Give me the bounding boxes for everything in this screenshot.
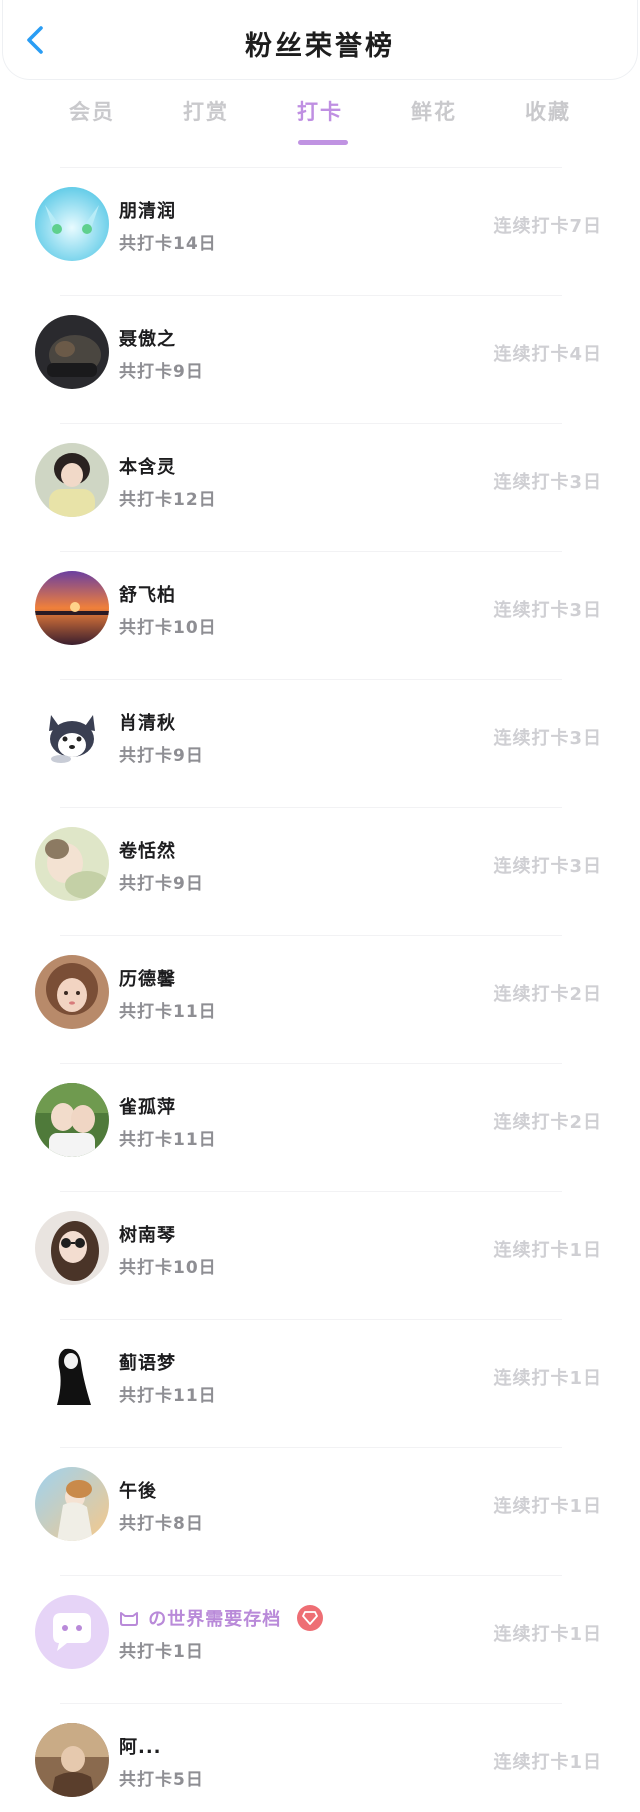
fan-streak: 连续打卡3日 xyxy=(493,856,602,877)
list-item[interactable]: 树南琴 共打卡10日 连续打卡1日 xyxy=(0,1191,640,1319)
divider xyxy=(60,1575,562,1576)
fan-name: 历德馨 xyxy=(119,969,176,990)
divider xyxy=(60,167,562,168)
vip-diamond-icon xyxy=(296,1605,323,1631)
fan-total-checkins: 共打卡10日 xyxy=(119,1258,217,1278)
fan-total-checkins: 共打卡14日 xyxy=(119,234,217,254)
tab-favorites[interactable]: 收藏 xyxy=(508,96,588,126)
fan-streak: 连续打卡2日 xyxy=(493,984,602,1005)
fan-name: 树南琴 xyxy=(119,1225,176,1246)
tab-membership[interactable]: 会员 xyxy=(52,96,132,126)
fan-total-checkins: 共打卡5日 xyxy=(119,1770,204,1790)
cat-face-icon xyxy=(120,1612,138,1626)
fan-total-checkins: 共打卡11日 xyxy=(119,1130,217,1150)
list-item[interactable]: 聂傲之 共打卡9日 连续打卡4日 xyxy=(0,295,640,423)
fan-name: 蓟语梦 xyxy=(119,1353,176,1374)
fan-total-checkins: 共打卡8日 xyxy=(119,1514,204,1534)
fan-name: の世界需要存档 xyxy=(119,1605,323,1633)
avatar[interactable] xyxy=(35,1595,109,1669)
divider xyxy=(60,1063,562,1064)
fan-name: 朋清润 xyxy=(119,201,176,222)
tab-flowers[interactable]: 鲜花 xyxy=(394,96,474,126)
active-tab-indicator xyxy=(298,140,348,145)
divider xyxy=(60,1191,562,1192)
fan-streak: 连续打卡2日 xyxy=(493,1112,602,1133)
fan-name: 卷恬然 xyxy=(119,841,176,862)
list-item[interactable]: の世界需要存档 共打卡1日 连续打卡1日 xyxy=(0,1575,640,1703)
avatar[interactable] xyxy=(35,955,109,1029)
fan-streak: 连续打卡7日 xyxy=(493,216,602,237)
fan-name: 聂傲之 xyxy=(119,329,176,350)
list-item[interactable]: 本含灵 共打卡12日 连续打卡3日 xyxy=(0,423,640,551)
fan-streak: 连续打卡1日 xyxy=(493,1624,602,1645)
list-item[interactable]: 肖清秋 共打卡9日 连续打卡3日 xyxy=(0,679,640,807)
avatar[interactable] xyxy=(35,1723,109,1797)
fan-total-checkins: 共打卡11日 xyxy=(119,1002,217,1022)
tab-bar: 会员 打赏 打卡 鲜花 收藏 xyxy=(0,96,640,148)
tab-checkin[interactable]: 打卡 xyxy=(280,96,360,145)
avatar[interactable] xyxy=(35,1467,109,1541)
fan-total-checkins: 共打卡9日 xyxy=(119,362,204,382)
fan-total-checkins: 共打卡9日 xyxy=(119,874,204,894)
fan-streak: 连续打卡1日 xyxy=(493,1368,602,1389)
list-item[interactable]: 卷恬然 共打卡9日 连续打卡3日 xyxy=(0,807,640,935)
fan-name: 阿... xyxy=(119,1737,162,1758)
divider xyxy=(60,551,562,552)
avatar[interactable] xyxy=(35,1211,109,1285)
avatar[interactable] xyxy=(35,699,109,773)
fan-streak: 连续打卡3日 xyxy=(493,728,602,749)
fan-name: 舒飞柏 xyxy=(119,585,176,606)
divider xyxy=(60,935,562,936)
list-item[interactable]: 历德馨 共打卡11日 连续打卡2日 xyxy=(0,935,640,1063)
avatar[interactable] xyxy=(35,187,109,261)
divider xyxy=(60,295,562,296)
avatar[interactable] xyxy=(35,315,109,389)
divider xyxy=(60,423,562,424)
header-bar: 粉丝荣誉榜 xyxy=(2,0,638,80)
divider xyxy=(60,679,562,680)
list-item[interactable]: 午後 共打卡8日 连续打卡1日 xyxy=(0,1447,640,1575)
fan-name-text: の世界需要存档 xyxy=(148,1609,282,1630)
fan-streak: 连续打卡3日 xyxy=(493,600,602,621)
list-item[interactable]: 雀孤萍 共打卡11日 连续打卡2日 xyxy=(0,1063,640,1191)
fan-total-checkins: 共打卡1日 xyxy=(119,1642,204,1662)
avatar[interactable] xyxy=(35,443,109,517)
list-item[interactable]: 蓟语梦 共打卡11日 连续打卡1日 xyxy=(0,1319,640,1447)
fan-name: 午後 xyxy=(119,1481,157,1502)
fan-streak: 连续打卡1日 xyxy=(493,1240,602,1261)
fan-total-checkins: 共打卡10日 xyxy=(119,618,217,638)
divider xyxy=(60,1319,562,1320)
divider xyxy=(60,1703,562,1704)
fan-name: 肖清秋 xyxy=(119,713,176,734)
fan-name: 雀孤萍 xyxy=(119,1097,176,1118)
page-title: 粉丝荣誉榜 xyxy=(245,31,395,62)
fan-ranking-list: 朋清润 共打卡14日 连续打卡7日 聂傲之 共打卡9日 连续打卡4日 本含灵 共… xyxy=(0,167,640,1812)
avatar[interactable] xyxy=(35,571,109,645)
divider xyxy=(60,807,562,808)
fan-total-checkins: 共打卡11日 xyxy=(119,1386,217,1406)
tab-checkin-label: 打卡 xyxy=(297,100,343,124)
avatar[interactable] xyxy=(35,1083,109,1157)
fan-streak: 连续打卡3日 xyxy=(493,472,602,493)
divider xyxy=(60,1447,562,1448)
avatar[interactable] xyxy=(35,1339,109,1413)
fan-streak: 连续打卡1日 xyxy=(493,1496,602,1517)
list-item[interactable]: 舒飞柏 共打卡10日 连续打卡3日 xyxy=(0,551,640,679)
fan-streak: 连续打卡4日 xyxy=(493,344,602,365)
fan-total-checkins: 共打卡12日 xyxy=(119,490,217,510)
tab-reward[interactable]: 打赏 xyxy=(166,96,246,126)
fan-total-checkins: 共打卡9日 xyxy=(119,746,204,766)
list-item[interactable]: 朋清润 共打卡14日 连续打卡7日 xyxy=(0,167,640,295)
list-item[interactable]: 阿... 共打卡5日 连续打卡1日 xyxy=(0,1703,640,1812)
fan-name: 本含灵 xyxy=(119,457,176,478)
avatar[interactable] xyxy=(35,827,109,901)
fan-streak: 连续打卡1日 xyxy=(493,1752,602,1773)
